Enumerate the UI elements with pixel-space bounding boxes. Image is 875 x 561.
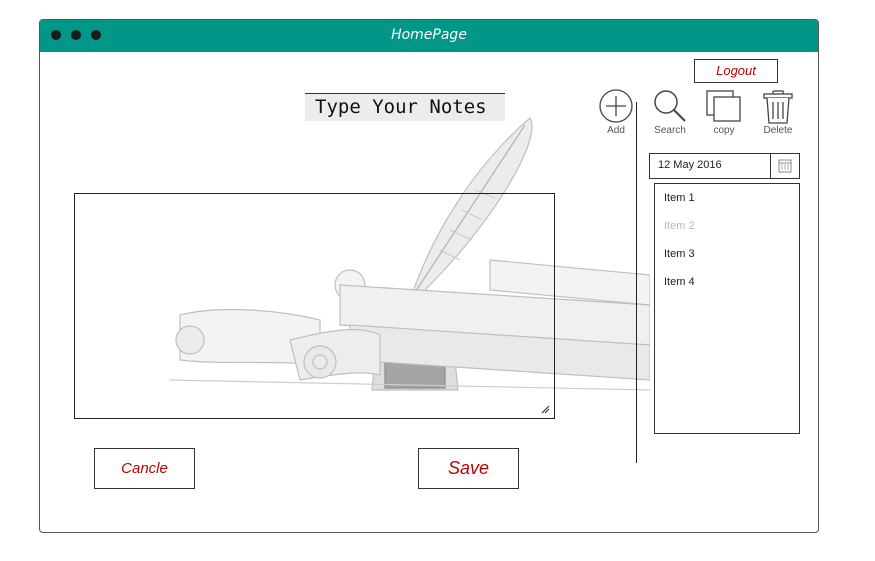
logout-button[interactable]: Logout xyxy=(694,59,778,83)
copy-icon xyxy=(706,90,741,122)
list-item-3[interactable]: Item 3 xyxy=(655,240,799,268)
calendar-icon xyxy=(778,159,792,173)
date-value: 12 May 2016 xyxy=(658,159,722,171)
add-button[interactable]: Add xyxy=(591,88,641,136)
search-label: Search xyxy=(654,125,686,136)
date-picker[interactable]: 12 May 2016 xyxy=(649,153,800,179)
copy-button[interactable]: copy xyxy=(699,88,749,136)
notes-textarea[interactable] xyxy=(74,193,555,419)
copy-label: copy xyxy=(713,125,735,136)
list-item-4[interactable]: Item 4 xyxy=(655,268,799,296)
add-icon xyxy=(599,89,633,123)
delete-button[interactable]: Delete xyxy=(753,88,803,136)
resize-grip-icon[interactable] xyxy=(540,404,550,414)
window-title: HomePage xyxy=(391,27,467,43)
notes-title: Type Your Notes xyxy=(305,93,505,121)
items-list: Item 1 Item 2 Item 3 Item 4 xyxy=(654,183,800,434)
trash-icon xyxy=(763,90,793,124)
app-window: HomePage Logout Type Your Notes Cancle S… xyxy=(39,19,819,533)
save-button[interactable]: Save xyxy=(418,448,519,489)
add-label: Add xyxy=(607,125,625,136)
search-icon xyxy=(654,90,686,122)
calendar-button[interactable] xyxy=(770,154,799,178)
delete-label: Delete xyxy=(763,125,793,136)
search-button[interactable]: Search xyxy=(645,88,695,136)
title-bar: HomePage xyxy=(40,20,818,52)
vertical-divider xyxy=(636,102,637,463)
list-item-2: Item 2 xyxy=(664,220,695,232)
cancel-button[interactable]: Cancle xyxy=(94,448,195,489)
list-item-1[interactable]: Item 1 xyxy=(655,184,799,212)
